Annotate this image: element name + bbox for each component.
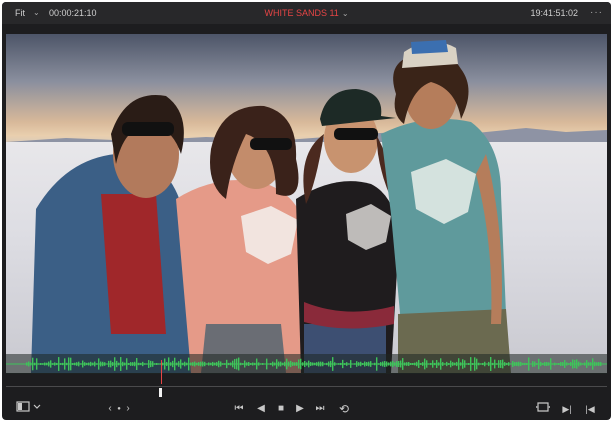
playhead-handle[interactable] [159,388,162,397]
loop-icon[interactable]: ⟲ [336,401,352,417]
record-timecode: 19:41:51:02 [530,8,578,18]
viewer-window: Fit ⌄ 00:00:21:10 WHITE SANDS 11 ⌄ 19:41:… [2,2,611,420]
audio-waveform [6,357,607,371]
group-of-four-people [31,40,511,373]
chevron-down-icon: ⌄ [341,9,349,18]
clip-title: WHITE SANDS 11 [264,8,339,18]
match-frame-icon [536,402,550,412]
match-frame-button[interactable] [535,401,551,417]
clip-title-dropdown[interactable]: WHITE SANDS 11 ⌄ [2,2,611,24]
viewer-header: Fit ⌄ 00:00:21:10 WHITE SANDS 11 ⌄ 19:41:… [2,2,611,24]
transport-bar: ‹ ● › ⏮ ◀ ■ ▶ ⏭ ⟲ ▶| |◀ [2,398,611,420]
stop-icon[interactable]: ■ [274,401,288,417]
jump-to-first-frame-icon[interactable]: ⏮ [231,401,247,417]
mark-out-icon[interactable]: |◀ [582,401,598,417]
timeline-scrubber[interactable] [6,377,607,397]
clip-position-dot-icon: ● [117,406,121,412]
more-options-icon[interactable]: ··· [590,2,603,24]
viewer-mode-icon [16,401,41,412]
previous-clip-icon[interactable]: ‹ [106,401,114,417]
viewer-mode-button[interactable] [14,401,44,417]
play-reverse-icon[interactable]: ◀ [254,401,268,417]
jump-to-last-frame-icon[interactable]: ⏭ [312,401,328,417]
next-clip-icon[interactable]: › [124,401,132,417]
play-forward-icon[interactable]: ▶ [293,401,307,417]
person-teal-shirt [381,40,511,373]
person-pink-shirt [176,105,306,373]
playhead-line [161,360,162,384]
mark-in-icon[interactable]: ▶| [559,401,575,417]
video-frame[interactable] [6,34,607,373]
scrubber-track [6,386,607,387]
person-left [31,95,191,373]
audio-waveform-strip [6,354,607,374]
